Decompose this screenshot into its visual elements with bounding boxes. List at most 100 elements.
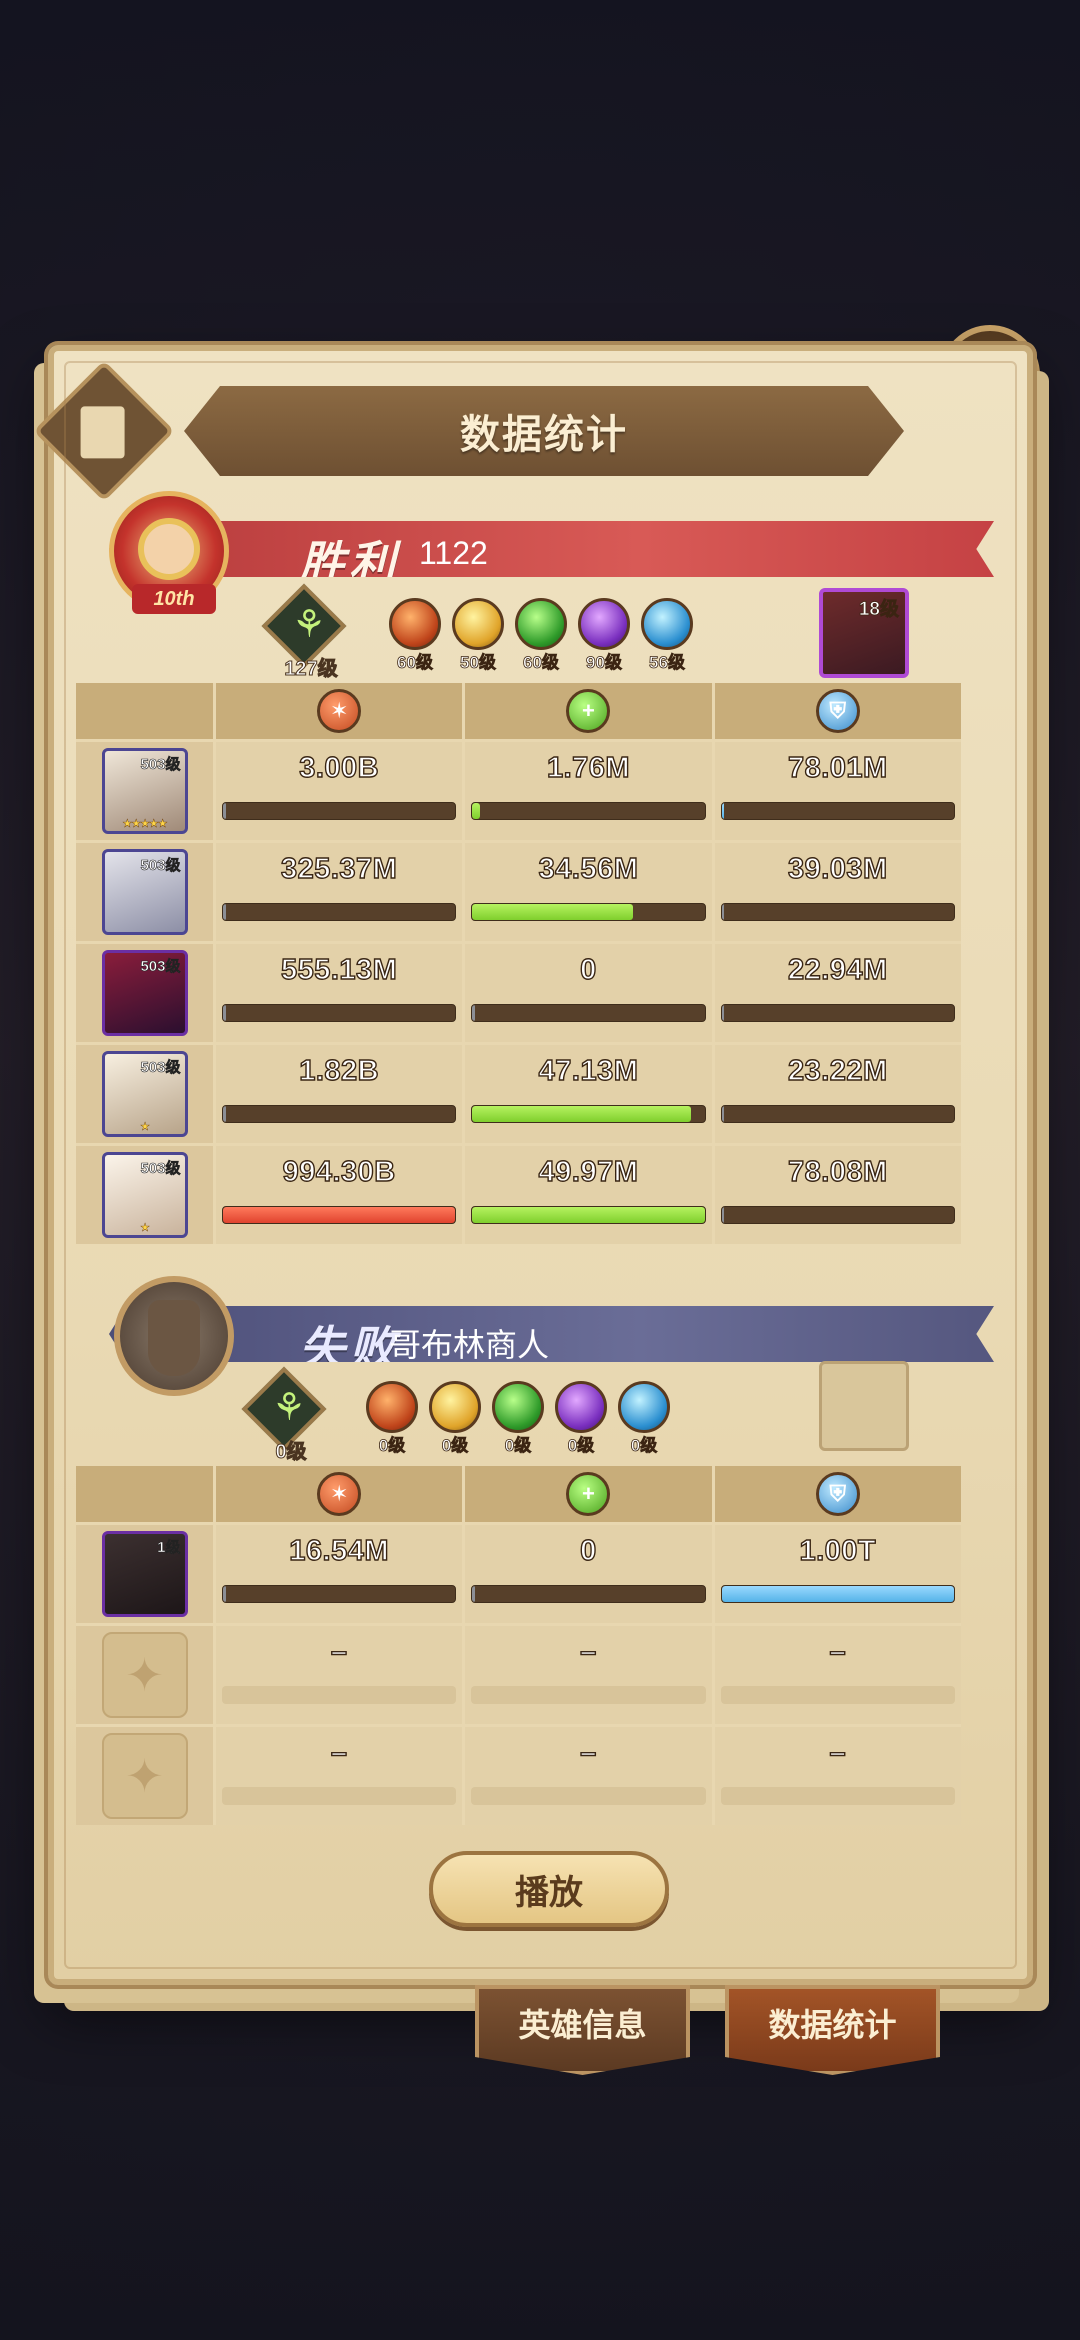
tab-data-stats[interactable]: 数据统计 [725, 1985, 940, 2075]
hero-cell: 503级 ★ [76, 1045, 216, 1143]
damage-value: – [330, 1736, 348, 1769]
hero-cell: 503级 [76, 843, 216, 941]
table-row: 503级 325.37M 34.56M 39.03M [76, 840, 961, 941]
heal-bar [471, 903, 706, 921]
defense-cell: 78.08M [714, 1146, 961, 1244]
damage-bar-fill [223, 803, 226, 819]
hero-stars: ★★★★★ [122, 818, 168, 830]
defense-cell: 23.22M [714, 1045, 961, 1143]
lose-label: 失败 [299, 1322, 399, 1374]
heal-cell: 0 [465, 1525, 715, 1623]
damage-cell: 1.82B [216, 1045, 466, 1143]
damage-cell: 994.30B [216, 1146, 466, 1244]
damage-value: 555.13M [280, 953, 398, 986]
hero-portrait[interactable]: 503级 ★ [101, 1152, 188, 1238]
heal-cell: 34.56M [465, 843, 715, 941]
heal-cell: 49.97M [465, 1146, 715, 1244]
light-orb-icon [429, 1381, 481, 1433]
defense-cell: 22.94M [714, 944, 961, 1042]
table-row: 503级 ★★★★★ 3.00B 1.76M 78.01M [76, 739, 961, 840]
play-button[interactable]: 播放 [429, 1851, 669, 1927]
defense-value: – [829, 1635, 847, 1668]
player-avatar[interactable]: 10th [109, 491, 229, 614]
win-element-row: ⚘ 127级 60级 50级 60级 90级 56级 18级 [54, 583, 1039, 681]
heal-bar [471, 1585, 706, 1603]
damage-bar [222, 802, 457, 820]
tab-hero-info[interactable]: 英雄信息 [475, 1985, 690, 2075]
fire-orb-level: 0级 [378, 1436, 406, 1456]
hero-cell: 503级 [76, 944, 216, 1042]
defense-bar-fill [721, 904, 725, 920]
damage-bar [222, 903, 457, 921]
tree-glyph-icon: ⚘ [292, 604, 327, 646]
hero-portrait[interactable]: 503级 [101, 950, 188, 1036]
defense-cell: – [714, 1727, 961, 1825]
win-banner: 胜利 1122 [109, 521, 994, 577]
scroll-icon [33, 360, 175, 502]
tree-glyph-icon: ⚘ [272, 1387, 307, 1429]
heal-bar [471, 1686, 706, 1704]
damage-value: 994.30B [282, 1155, 396, 1188]
empty-pet-slot [819, 1361, 909, 1451]
heal-bar [471, 1105, 706, 1123]
hero-cell: 1级 [76, 1525, 216, 1623]
defense-bar [720, 903, 955, 921]
nature-orb-icon [492, 1381, 544, 1433]
heal-bar-fill [472, 904, 633, 920]
heal-cell: – [465, 1727, 715, 1825]
heal-cell: 47.13M [465, 1045, 715, 1143]
hero-portrait[interactable]: 503级 [101, 849, 188, 935]
win-score: 1122 [419, 535, 488, 571]
hero-level: 503级 [140, 756, 181, 774]
heal-bar [471, 1206, 706, 1224]
hero-portrait[interactable]: 503级 ★ [101, 1051, 188, 1137]
hero-portrait[interactable]: 1级 [101, 1531, 188, 1617]
hero-portrait[interactable]: 503级 ★★★★★ [101, 748, 188, 834]
heal-value: 34.56M [538, 852, 639, 885]
hero-cell: 503级 ★★★★★ [76, 742, 216, 840]
light-orb-level: 50级 [460, 653, 497, 673]
damage-bar [222, 1004, 457, 1022]
dark-orb-icon [578, 598, 630, 650]
defense-bar [720, 1004, 955, 1022]
damage-bar-fill [223, 1005, 226, 1021]
dark-orb-icon [555, 1381, 607, 1433]
defense-value: 22.94M [787, 953, 888, 986]
damage-bar [222, 1105, 457, 1123]
dark-orb-level: 0级 [567, 1436, 595, 1456]
heal-value: – [579, 1736, 597, 1769]
defense-value: 78.08M [787, 1155, 888, 1188]
defense-bar-fill [721, 1106, 725, 1122]
light-orb-level: 0级 [441, 1436, 469, 1456]
heal-value: 49.97M [538, 1155, 639, 1188]
heal-cell: 1.76M [465, 742, 715, 840]
empty-hero-slot-icon: ✦ [101, 1632, 188, 1718]
damage-value: 325.37M [280, 852, 398, 885]
damage-bar [222, 1686, 457, 1704]
nature-orb-icon [515, 598, 567, 650]
table-row: 503级 555.13M 0 22.94M [76, 941, 961, 1042]
pet-portrait[interactable]: 18级 [819, 588, 909, 678]
defense-value: 78.01M [787, 751, 888, 784]
heal-value: 47.13M [538, 1054, 639, 1087]
defense-cell: – [714, 1626, 961, 1724]
heal-bar-fill [472, 1586, 476, 1602]
damage-value: 1.82B [299, 1054, 380, 1087]
lose-banner: 失败 哥布林商人 [109, 1306, 994, 1362]
heal-value: 0 [579, 1534, 597, 1567]
hero-level: 503级 [140, 1160, 181, 1178]
hero-level: 1级 [157, 1539, 181, 1557]
heal-cell: – [465, 1626, 715, 1724]
table-row: ✦ – – – [76, 1724, 961, 1825]
damage-icon: ✶ [317, 1472, 362, 1516]
defense-bar [720, 1206, 955, 1224]
damage-bar [222, 1585, 457, 1603]
water-orb-level: 56级 [649, 653, 686, 673]
hero-cell: ✦ [76, 1626, 216, 1724]
hero-level: 503级 [140, 857, 181, 875]
shield-icon: ⛨ [815, 689, 860, 733]
dark-orb-level: 90级 [586, 653, 623, 673]
hero-cell: ✦ [76, 1727, 216, 1825]
enemy-avatar[interactable] [114, 1276, 234, 1396]
defense-bar-fill [721, 803, 724, 819]
